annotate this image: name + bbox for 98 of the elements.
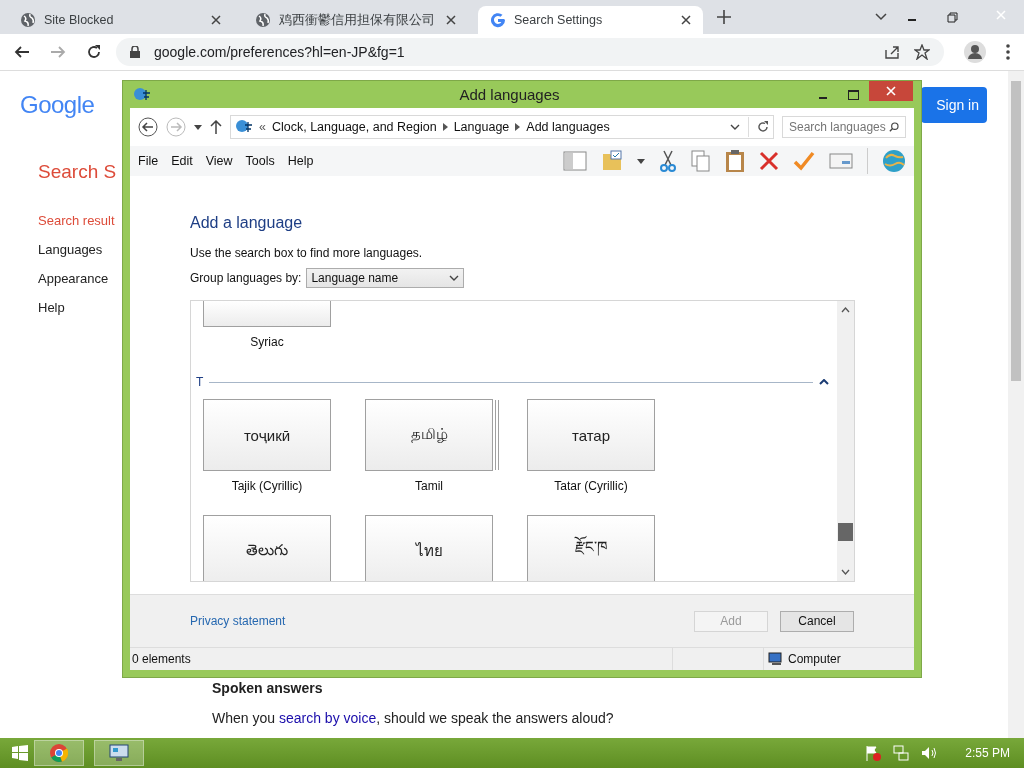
language-tile[interactable]: тоҷикӣ: [203, 399, 331, 471]
nav-link[interactable]: Appearance: [38, 271, 116, 286]
new-tab-icon[interactable]: [717, 10, 731, 24]
chevron-down-icon[interactable]: [875, 13, 887, 21]
dropdown-arrow-icon[interactable]: [637, 158, 645, 164]
browser-tab[interactable]: 鸡西衝鬱信用担保有限公司: [243, 6, 468, 34]
refresh-icon[interactable]: [757, 121, 769, 133]
checkmark-icon[interactable]: [793, 151, 815, 171]
chevron-down-icon: [449, 275, 460, 281]
voice-search-link[interactable]: search by voice: [278, 710, 377, 726]
location-text: Computer: [788, 652, 841, 666]
windows-start-icon[interactable]: [12, 745, 28, 761]
menu-icon[interactable]: [1006, 44, 1010, 60]
browser-tab[interactable]: Site Blocked: [8, 6, 233, 34]
speaker-icon[interactable]: [921, 745, 938, 761]
globe-icon: [255, 12, 271, 28]
nav-link[interactable]: Help: [38, 300, 116, 315]
address-bar[interactable]: « Clock, Language, and Region Language Add languages: [230, 115, 774, 139]
dialog-button[interactable]: Cancel: [780, 610, 854, 632]
lock-icon: [130, 46, 140, 58]
nav-link[interactable]: Search result: [38, 213, 116, 228]
breadcrumb-item[interactable]: Language: [453, 120, 510, 134]
reload-icon[interactable]: [86, 44, 102, 60]
share-icon[interactable]: [884, 44, 900, 60]
search-field[interactable]: Search languages: [782, 116, 906, 138]
close-icon: [886, 86, 896, 96]
scissors-icon[interactable]: [659, 150, 677, 172]
sign-in-button[interactable]: Sign in: [921, 87, 987, 123]
status-text: 0 elements: [131, 652, 192, 666]
scrollbar-thumb[interactable]: [838, 523, 853, 541]
window-title: Add languages: [458, 86, 561, 103]
delete-x-icon[interactable]: [759, 151, 779, 171]
network-icon[interactable]: [893, 745, 910, 761]
close-button[interactable]: [869, 81, 913, 101]
computer-icon: [768, 652, 784, 666]
address-bar[interactable]: google.com/preferences?hl=en-JP&fg=1: [116, 38, 944, 66]
language-name: Syriac: [250, 335, 284, 349]
language-tile[interactable]: [203, 301, 331, 327]
up-arrow-icon[interactable]: [210, 120, 222, 134]
close-icon[interactable]: [211, 15, 221, 25]
properties-icon[interactable]: [829, 152, 853, 170]
globe-icon: [20, 12, 36, 28]
scroll-up-icon[interactable]: [841, 307, 850, 313]
globe-icon[interactable]: [882, 149, 906, 173]
taskbar-app[interactable]: [34, 740, 84, 766]
group-letter: T: [196, 375, 204, 389]
globe-language-icon: [235, 119, 253, 135]
scrollbar[interactable]: [837, 301, 854, 581]
dropdown-arrow-icon[interactable]: [194, 124, 202, 130]
separator-arrow-icon[interactable]: [515, 123, 521, 131]
page-heading: Search S: [38, 161, 117, 183]
star-icon[interactable]: [914, 44, 930, 60]
language-name: Tatar (Cyrillic): [554, 479, 628, 493]
restore-icon[interactable]: [947, 11, 958, 23]
maximize-icon[interactable]: [848, 89, 859, 100]
close-icon: [996, 10, 1006, 20]
chrome-icon: [50, 744, 68, 762]
language-name: Tamil: [415, 479, 443, 493]
browser-tab[interactable]: Search Settings: [478, 6, 703, 34]
privacy-link[interactable]: Privacy statement: [190, 614, 286, 628]
taskbar-app[interactable]: [94, 740, 144, 766]
overflow-chevron[interactable]: «: [259, 120, 266, 134]
separator-arrow-icon[interactable]: [442, 123, 448, 131]
avatar-icon[interactable]: [964, 41, 986, 63]
search-icon: [889, 121, 899, 133]
folder-check-icon[interactable]: [601, 150, 623, 172]
language-name: Tajik (Cyrillic): [231, 479, 303, 493]
language-tile[interactable]: ไทย: [365, 515, 493, 581]
dialog-heading: Add a language: [190, 214, 304, 232]
breadcrumb-item[interactable]: Add languages: [526, 120, 610, 134]
back-arrow-icon[interactable]: [14, 44, 30, 60]
close-icon[interactable]: [446, 15, 456, 25]
scroll-down-icon[interactable]: [841, 569, 850, 575]
menu-item[interactable]: Tools: [245, 154, 275, 168]
breadcrumb-item[interactable]: Clock, Language, and Region: [271, 120, 437, 134]
close-icon[interactable]: [681, 15, 691, 25]
language-tile[interactable]: తెలుగు: [203, 515, 331, 581]
instruction-text: Use the search box to find more languages.: [190, 246, 424, 260]
language-tile[interactable]: татар: [527, 399, 655, 471]
scrollbar[interactable]: [1008, 71, 1024, 738]
group-by-label: Group languages by:: [190, 271, 302, 285]
monitor-icon: [109, 744, 129, 762]
flag-icon[interactable]: [865, 745, 882, 761]
google-logo[interactable]: Google: [20, 91, 95, 119]
menu-item[interactable]: View: [205, 154, 233, 168]
globe-language-icon: [133, 86, 151, 103]
group-by-dropdown[interactable]: Language name: [306, 268, 465, 288]
google-icon: [490, 12, 506, 28]
menu-item[interactable]: File: [138, 154, 159, 168]
collapse-chevron-icon[interactable]: [819, 379, 829, 385]
section-title: Spoken answers: [212, 679, 324, 696]
menu-item[interactable]: Help: [287, 154, 314, 168]
menu-item[interactable]: Edit: [171, 154, 193, 168]
chevron-down-icon[interactable]: [730, 124, 740, 130]
clipboard-icon[interactable]: [725, 149, 745, 173]
nav-link[interactable]: Languages: [38, 242, 116, 257]
scrollbar-thumb[interactable]: [1011, 81, 1021, 381]
language-tile[interactable]: རྫོང་ཁ: [527, 515, 655, 581]
